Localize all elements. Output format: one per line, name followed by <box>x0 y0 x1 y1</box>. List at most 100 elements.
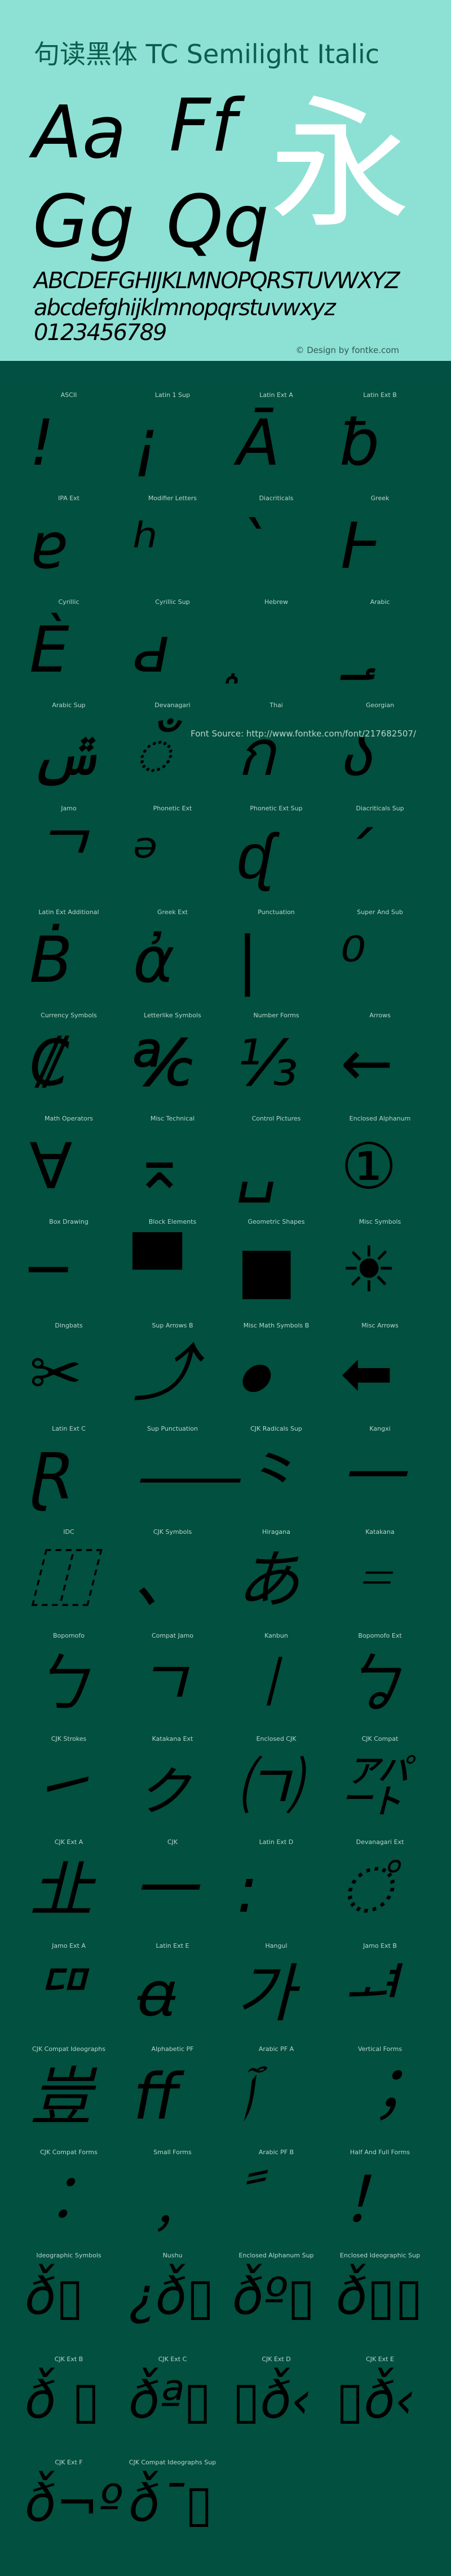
block-cell: IDC ⿰ <box>17 1525 121 1628</box>
block-sample-glyph: ︔ <box>341 2060 404 2134</box>
block-sample-glyph: ¿ð̌▯ <box>129 2267 215 2327</box>
design-credit: © Design by fontke.com <box>295 345 399 355</box>
block-sample-glyph: ก <box>237 716 275 790</box>
block-cell: Block Elements ▀ <box>121 1215 224 1318</box>
block-cell: Latin 1 Sup ¡ <box>121 388 224 491</box>
block-label: CJK Ext F <box>55 2459 83 2466</box>
block-label: Latin 1 Sup <box>154 391 191 399</box>
block-sample-glyph: ✂ <box>29 1336 82 1410</box>
block-cell: Super And Sub ⁰ <box>328 905 432 1008</box>
block-cell: Arabic PF B ﹰ <box>224 2145 328 2248</box>
block-cell: Jamo ᄀ <box>17 801 121 905</box>
block-cell: Enclosed Ideographic Sup ð̌▯▯ <box>328 2248 432 2352</box>
block-label: Half And Full Forms <box>350 2149 410 2156</box>
block-sample-glyph: ँ <box>133 716 171 790</box>
block-label: Latin Ext Additional <box>38 908 99 916</box>
block-cell: Geometric Shapes ■ <box>224 1215 328 1318</box>
block-cell: Arrows ← <box>328 1008 432 1111</box>
block-cell: ASCII! <box>17 388 121 491</box>
block-sample-glyph: ︰ <box>29 2164 92 2238</box>
sample-pair-gg: Gg <box>33 180 135 264</box>
block-sample-glyph: ─ <box>29 1233 68 1307</box>
block-sample-glyph: ゠ <box>341 1543 404 1617</box>
block-label: Misc Symbols <box>359 1218 401 1226</box>
block-cell: Modifier Letters ʰ <box>121 491 224 594</box>
block-cell: Phonetic Ext Sup ᶑ <box>224 801 328 905</box>
block-label: Arabic Sup <box>52 701 86 709</box>
block-cell: CJK Radicals Sup ⺀ <box>224 1422 328 1525</box>
block-cell: Ideographic Symbols ð̌▯ <box>17 2248 121 2352</box>
block-sample-glyph: ʰ <box>133 510 158 584</box>
block-label: Katakana Ext <box>152 1735 193 1743</box>
block-cell: Alphabetic PF ﬀ <box>121 2042 224 2145</box>
block-cell: Cyrillic Sup ԁ <box>121 595 224 698</box>
block-cell: Half And Full Forms ！ <box>328 2145 432 2248</box>
block-cell: Katakana ゠ <box>328 1525 432 1628</box>
block-label: Latin Ext A <box>259 391 293 399</box>
block-sample-glyph: Ḃ <box>29 923 73 997</box>
block-cell: Dingbats ✂ <box>17 1318 121 1422</box>
block-sample-glyph: 㐀 <box>29 1854 92 1927</box>
font-title: 句读黑体 TC Semilight Italic <box>34 39 380 69</box>
block-cell: CJK Ext D ▯ð̌‹ <box>224 2352 328 2455</box>
uppercase-alphabet: ABCDEFGHIJKLMNOPQRSTUVWXYZ <box>34 268 400 294</box>
block-cell: CJK Strokes ㇀ <box>17 1732 121 1835</box>
block-label: Latin Ext D <box>259 1838 294 1846</box>
block-cell: CJK Ext F ð̌¬º <box>17 2455 122 2559</box>
block-label: Enclosed Alphanum <box>349 1115 411 1123</box>
block-cell: Math Operators ∀ <box>17 1111 121 1215</box>
block-label: CJK Compat Ideographs Sup <box>129 2459 216 2466</box>
block-cell: Enclosed CJK ㈀ <box>224 1732 328 1835</box>
block-cell: Greek Ext ἀ <box>121 905 224 1008</box>
block-label: IPA Ext <box>58 495 79 502</box>
block-label: Bopomofo Ext <box>358 1631 402 1639</box>
block-label: Arabic <box>370 598 390 606</box>
block-sample-glyph: ⿰ <box>29 1543 92 1617</box>
block-cell: Arabic ؀ <box>328 595 432 698</box>
block-sample-glyph: Ā <box>237 407 280 480</box>
block-sample-glyph: ㄅ <box>29 1647 92 1721</box>
block-cell: CJK Ext A 㐀 <box>17 1835 121 1938</box>
block-label: Hebrew <box>264 598 289 606</box>
block-sample-glyph: ԁ <box>133 613 171 687</box>
block-sample-glyph: ㌀ <box>341 1750 404 1824</box>
block-sample-glyph: ⌅ <box>133 1130 186 1204</box>
block-cell: Diacriticals Sup ´ <box>328 801 432 905</box>
digits: 0123456789 <box>34 320 167 346</box>
block-sample-glyph: ㈀ <box>237 1750 300 1824</box>
block-label: Cyrillic <box>58 598 79 606</box>
block-label: Arabic PF B <box>258 2149 294 2156</box>
block-label: Box Drawing <box>49 1218 89 1226</box>
block-sample-glyph: Ѐ <box>29 613 69 687</box>
block-sample-glyph: ؀ <box>341 613 378 687</box>
block-cell: Sup Punctuation ⸺ <box>121 1422 239 1525</box>
block-sample-glyph: ð̌ ▯ <box>25 2370 100 2430</box>
block-label: Georgian <box>365 701 395 709</box>
block-cell: Hiragana あ <box>224 1525 328 1628</box>
block-label: Super And Sub <box>357 908 403 916</box>
block-label: Jamo <box>61 805 77 813</box>
block-sample-glyph: ᄀ <box>29 820 88 894</box>
block-label: Geometric Shapes <box>247 1218 305 1226</box>
block-sample-glyph: ɐ <box>29 510 68 584</box>
block-cell: Diacriticals ˋ <box>224 491 328 594</box>
block-sample-glyph: ⸺ <box>133 1440 239 1514</box>
block-cell: Bopomofo ㄅ <box>17 1629 121 1732</box>
block-sample-glyph: ① <box>341 1130 397 1204</box>
block-sample-glyph: ᶑ <box>237 820 272 894</box>
block-label: Small Forms <box>153 2149 192 2156</box>
block-sample-glyph: ᵊ <box>133 820 160 894</box>
block-sample-glyph: ！ <box>341 2164 404 2238</box>
block-label: Arrows <box>369 1011 391 1019</box>
block-sample-glyph: ˋ <box>237 510 268 584</box>
block-sample-glyph: ꥠ <box>29 1957 88 2031</box>
block-label: Number Forms <box>253 1011 299 1019</box>
block-cell: Katakana Ext ㇰ <box>121 1732 224 1835</box>
block-label: Hiragana <box>262 1528 291 1536</box>
block-sample-glyph: ð̌▯ <box>25 2267 84 2327</box>
sample-pair-ff: Ff <box>169 84 236 168</box>
block-label: Sup Arrows B <box>152 1321 193 1329</box>
block-cell: Latin Ext B ƀ <box>328 388 432 491</box>
block-sample-glyph: ㇰ <box>133 1750 196 1824</box>
block-cell: CJK Ext B ð̌ ▯ <box>17 2352 121 2455</box>
